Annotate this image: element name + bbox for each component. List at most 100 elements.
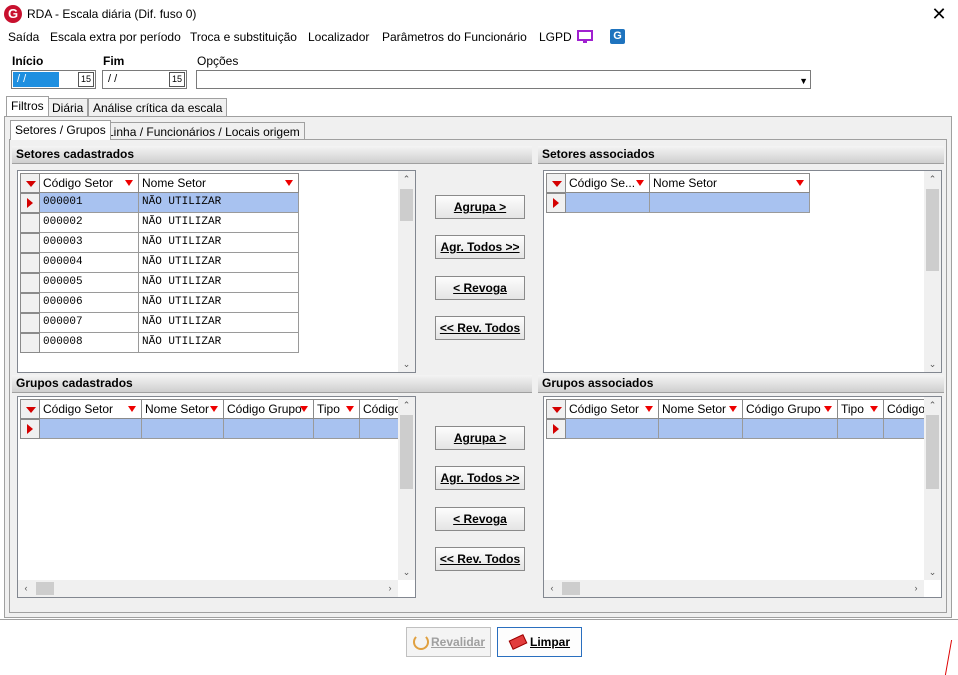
cell-codigo-setor[interactable]: 000004 bbox=[40, 253, 139, 273]
inicio-date-value[interactable]: / / bbox=[13, 72, 59, 87]
scroll-thumb[interactable] bbox=[926, 189, 939, 271]
menu-saida[interactable]: Saída bbox=[8, 30, 39, 44]
table-cell[interactable] bbox=[314, 419, 360, 439]
tab-analise-critica[interactable]: Análise crítica da escala bbox=[88, 98, 228, 116]
app-shortcut-icon[interactable]: G bbox=[610, 29, 625, 44]
table-cell[interactable] bbox=[142, 419, 224, 439]
grid-header-indicator[interactable] bbox=[546, 173, 566, 193]
fim-date-value[interactable]: / / bbox=[108, 73, 117, 85]
col-tipo[interactable]: Tipo bbox=[314, 399, 360, 419]
row-indicator[interactable] bbox=[546, 193, 566, 213]
filter-icon[interactable] bbox=[796, 180, 804, 186]
monitor-icon[interactable] bbox=[577, 30, 593, 44]
agrupa-button[interactable]: Agrupa > bbox=[435, 195, 525, 219]
table-cell[interactable] bbox=[360, 419, 400, 439]
scroll-thumb[interactable] bbox=[400, 189, 413, 221]
scroll-thumb[interactable] bbox=[562, 582, 580, 595]
table-cell[interactable] bbox=[838, 419, 884, 439]
table-cell[interactable] bbox=[659, 419, 743, 439]
horizontal-scrollbar[interactable]: ‹ › bbox=[18, 580, 398, 597]
grupos-cadastrados-grid[interactable]: Código Setor Nome Setor Código Grupo Tip… bbox=[17, 396, 416, 598]
col-codigo-setor[interactable]: Código Setor bbox=[566, 399, 659, 419]
filter-icon[interactable] bbox=[729, 406, 737, 412]
cell-codigo-setor[interactable]: 000003 bbox=[40, 233, 139, 253]
row-indicator[interactable] bbox=[20, 213, 40, 233]
scroll-thumb[interactable] bbox=[926, 415, 939, 489]
opcoes-select[interactable]: ▼ bbox=[196, 70, 811, 89]
col-tipo[interactable]: Tipo bbox=[838, 399, 884, 419]
row-indicator[interactable] bbox=[20, 419, 40, 439]
chevron-down-icon[interactable]: ▼ bbox=[799, 76, 808, 86]
agrupar-todos-button[interactable]: Agr. Todos >> bbox=[435, 235, 525, 259]
filter-icon[interactable] bbox=[346, 406, 354, 412]
col-nome-setor[interactable]: Nome Setor bbox=[139, 173, 299, 193]
row-indicator[interactable] bbox=[20, 233, 40, 253]
row-indicator[interactable] bbox=[20, 313, 40, 333]
scroll-down-icon[interactable]: ⌄ bbox=[924, 356, 941, 372]
cell-codigo-setor[interactable]: 000002 bbox=[40, 213, 139, 233]
scroll-thumb[interactable] bbox=[400, 415, 413, 489]
calendar-icon[interactable]: 15 bbox=[78, 72, 94, 87]
vertical-scrollbar[interactable]: ⌃ ⌄ bbox=[398, 397, 415, 580]
filter-icon[interactable] bbox=[870, 406, 878, 412]
col-codigo[interactable]: Código bbox=[360, 399, 400, 419]
cell-codigo-setor[interactable]: 000006 bbox=[40, 293, 139, 313]
filter-icon[interactable] bbox=[128, 406, 136, 412]
cell-nome-setor[interactable]: NÃO UTILIZAR bbox=[139, 213, 299, 233]
tab-setores-grupos[interactable]: Setores / Grupos bbox=[10, 120, 111, 140]
cell-codigo-setor[interactable]: 000001 bbox=[40, 193, 139, 213]
tab-filtros[interactable]: Filtros bbox=[6, 96, 49, 116]
cell-nome-setor[interactable]: NÃO UTILIZAR bbox=[139, 193, 299, 213]
row-indicator[interactable] bbox=[20, 333, 40, 353]
filter-icon[interactable] bbox=[300, 406, 308, 412]
scroll-right-icon[interactable]: › bbox=[908, 580, 924, 597]
table-cell[interactable] bbox=[566, 193, 650, 213]
row-indicator[interactable] bbox=[20, 293, 40, 313]
tab-linha-funcionarios[interactable]: Linha / Funcionários / Locais origem bbox=[102, 122, 305, 140]
filter-icon[interactable] bbox=[125, 180, 133, 186]
revalidar-button[interactable]: Revalidar bbox=[406, 627, 491, 657]
menu-troca-substituicao[interactable]: Troca e substituição bbox=[190, 30, 297, 44]
menu-localizador[interactable]: Localizador bbox=[308, 30, 369, 44]
setores-associados-grid[interactable]: Código Se... Nome Setor ⌃ ⌄ bbox=[543, 170, 942, 373]
table-cell[interactable] bbox=[566, 419, 659, 439]
scroll-down-icon[interactable]: ⌄ bbox=[398, 356, 415, 372]
col-nome-setor[interactable]: Nome Setor bbox=[142, 399, 224, 419]
table-cell[interactable] bbox=[650, 193, 810, 213]
cell-nome-setor[interactable]: NÃO UTILIZAR bbox=[139, 293, 299, 313]
close-button[interactable]: ✕ bbox=[922, 2, 956, 26]
revogar-todos-button[interactable]: << Rev. Todos bbox=[435, 316, 525, 340]
revogar-todos-grupos-button[interactable]: << Rev. Todos bbox=[435, 547, 525, 571]
agrupa-grupos-button[interactable]: Agrupa > bbox=[435, 426, 525, 450]
inicio-date-field[interactable]: / / 15 bbox=[11, 70, 96, 89]
scroll-right-icon[interactable]: › bbox=[382, 580, 398, 597]
scroll-down-icon[interactable]: ⌄ bbox=[398, 564, 415, 580]
cell-codigo-setor[interactable]: 000007 bbox=[40, 313, 139, 333]
setores-cadastrados-grid[interactable]: Código Setor Nome Setor 000001 NÃO UTILIZ… bbox=[17, 170, 416, 373]
tab-diaria[interactable]: Diária bbox=[47, 98, 89, 116]
scroll-left-icon[interactable]: ‹ bbox=[544, 580, 560, 597]
cell-nome-setor[interactable]: NÃO UTILIZAR bbox=[139, 313, 299, 333]
filter-icon[interactable] bbox=[824, 406, 832, 412]
cell-codigo-setor[interactable]: 000005 bbox=[40, 273, 139, 293]
vertical-scrollbar[interactable]: ⌃ ⌄ bbox=[924, 171, 941, 372]
filter-icon[interactable] bbox=[645, 406, 653, 412]
col-codigo-grupo[interactable]: Código Grupo bbox=[743, 399, 838, 419]
table-cell[interactable] bbox=[224, 419, 314, 439]
cell-codigo-setor[interactable]: 000008 bbox=[40, 333, 139, 353]
col-codigo[interactable]: Código bbox=[884, 399, 926, 419]
cell-nome-setor[interactable]: NÃO UTILIZAR bbox=[139, 273, 299, 293]
scroll-down-icon[interactable]: ⌄ bbox=[924, 564, 941, 580]
row-indicator[interactable] bbox=[546, 419, 566, 439]
table-cell[interactable] bbox=[743, 419, 838, 439]
col-nome-setor[interactable]: Nome Setor bbox=[659, 399, 743, 419]
cell-nome-setor[interactable]: NÃO UTILIZAR bbox=[139, 333, 299, 353]
vertical-scrollbar[interactable]: ⌃ ⌄ bbox=[398, 171, 415, 372]
cell-nome-setor[interactable]: NÃO UTILIZAR bbox=[139, 253, 299, 273]
filter-icon[interactable] bbox=[210, 406, 218, 412]
scroll-thumb[interactable] bbox=[36, 582, 54, 595]
calendar-icon[interactable]: 15 bbox=[169, 72, 185, 87]
scroll-up-icon[interactable]: ⌃ bbox=[924, 171, 941, 187]
row-indicator[interactable] bbox=[20, 253, 40, 273]
menu-parametros-funcionario[interactable]: Parâmetros do Funcionário bbox=[382, 30, 527, 44]
